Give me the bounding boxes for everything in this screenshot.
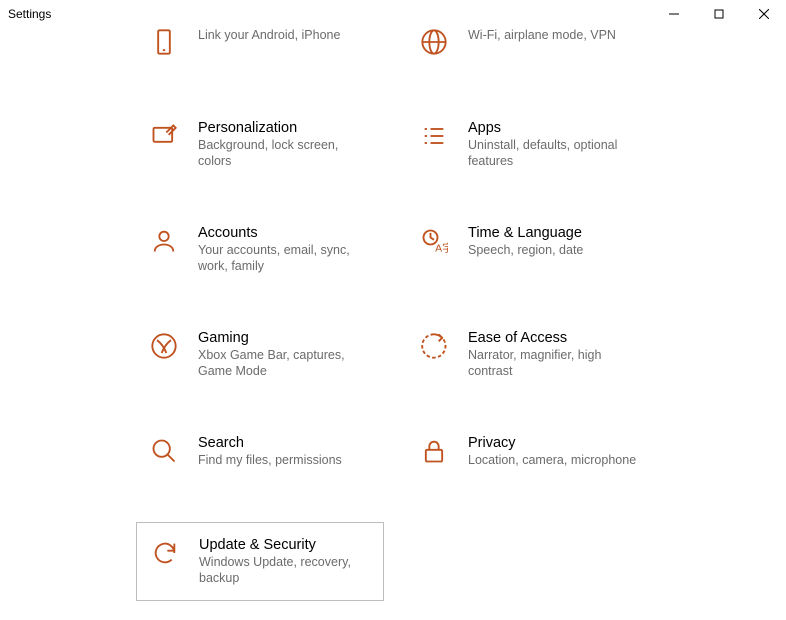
maximize-button[interactable] xyxy=(696,0,741,28)
update-icon xyxy=(149,537,181,569)
paintbrush-icon xyxy=(148,120,180,152)
tile-personalization[interactable]: Personalization Background, lock screen,… xyxy=(138,112,383,177)
search-icon xyxy=(148,435,180,467)
tile-desc: Uninstall, defaults, optional features xyxy=(468,138,643,169)
time-language-icon: A字 xyxy=(418,225,450,257)
tile-title: Search xyxy=(198,435,373,451)
tile-desc: Background, lock screen, colors xyxy=(198,138,373,169)
maximize-icon xyxy=(714,9,724,19)
tile-title: Privacy xyxy=(468,435,643,451)
tile-desc: Wi-Fi, airplane mode, VPN xyxy=(468,28,643,44)
tile-phone[interactable]: Link your Android, iPhone xyxy=(138,18,383,66)
xbox-icon xyxy=(148,330,180,362)
lock-icon xyxy=(418,435,450,467)
tile-privacy[interactable]: Privacy Location, camera, microphone xyxy=(408,427,653,477)
tile-title: Time & Language xyxy=(468,225,643,241)
tile-desc: Location, camera, microphone xyxy=(468,453,643,469)
phone-icon xyxy=(148,26,180,58)
close-icon xyxy=(759,9,769,19)
globe-icon xyxy=(418,26,450,58)
titlebar: Settings xyxy=(0,0,786,28)
tile-title: Ease of Access xyxy=(468,330,643,346)
tile-time-language[interactable]: A字 Time & Language Speech, region, date xyxy=(408,217,653,267)
close-button[interactable] xyxy=(741,0,786,28)
tile-desc: Narrator, magnifier, high contrast xyxy=(468,348,643,379)
tile-title: Personalization xyxy=(198,120,373,136)
minimize-icon xyxy=(669,9,679,19)
tile-title: Apps xyxy=(468,120,643,136)
tile-title: Update & Security xyxy=(199,537,371,553)
person-icon xyxy=(148,225,180,257)
tile-gaming[interactable]: Gaming Xbox Game Bar, captures, Game Mod… xyxy=(138,322,383,387)
window-controls xyxy=(651,0,786,28)
tile-desc: Speech, region, date xyxy=(468,243,643,259)
tile-title: Accounts xyxy=(198,225,373,241)
minimize-button[interactable] xyxy=(651,0,696,28)
svg-text:A字: A字 xyxy=(435,242,448,255)
tile-desc: Find my files, permissions xyxy=(198,453,373,469)
tile-accounts[interactable]: Accounts Your accounts, email, sync, wor… xyxy=(138,217,383,282)
tile-title: Gaming xyxy=(198,330,373,346)
tile-network[interactable]: Wi-Fi, airplane mode, VPN xyxy=(408,18,653,66)
tile-search[interactable]: Search Find my files, permissions xyxy=(138,427,383,477)
apps-list-icon xyxy=(418,120,450,152)
tile-ease-of-access[interactable]: Ease of Access Narrator, magnifier, high… xyxy=(408,322,653,387)
window-title: Settings xyxy=(8,7,51,21)
tile-desc: Xbox Game Bar, captures, Game Mode xyxy=(198,348,373,379)
tile-desc: Windows Update, recovery, backup xyxy=(199,555,371,586)
tile-desc: Your accounts, email, sync, work, family xyxy=(198,243,373,274)
tile-apps[interactable]: Apps Uninstall, defaults, optional featu… xyxy=(408,112,653,177)
ease-of-access-icon xyxy=(418,330,450,362)
tile-desc: Link your Android, iPhone xyxy=(198,28,373,44)
tile-update-security[interactable]: Update & Security Windows Update, recove… xyxy=(136,522,384,601)
